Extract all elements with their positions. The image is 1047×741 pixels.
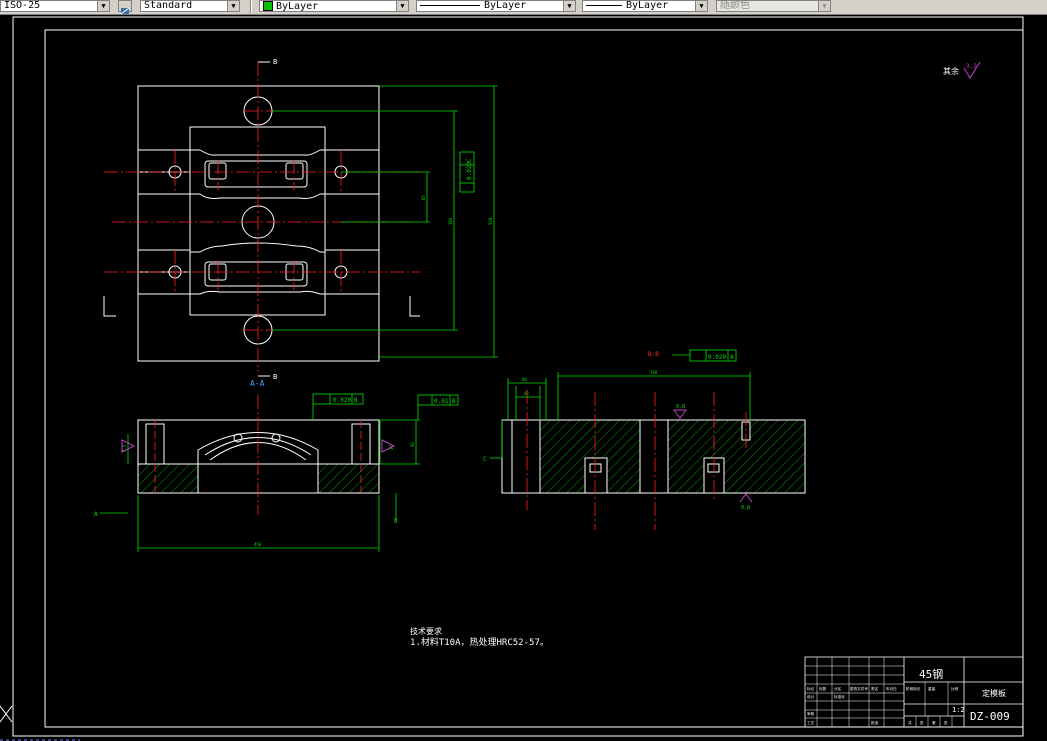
dimstyle-value: ISO-25 <box>4 0 41 11</box>
properties-toolbar: ISO-25 ▼ Standard ▼ ByLayer ▼ ByLayer ▼ … <box>0 0 1047 15</box>
datum-a-bb-frame: A <box>730 354 734 361</box>
tb-material: 45钢 <box>919 668 943 681</box>
roughness-symbol-bb-1 <box>673 409 687 419</box>
tol-perp: 0.01 <box>434 398 449 405</box>
roughness-other-label: 其余 <box>943 66 959 76</box>
chevron-down-icon: ▼ <box>97 1 109 11</box>
tech-req-line1: 1.材料T10A，热处理HRC52-57。 <box>410 636 549 648</box>
tol-bb: 0.020 <box>708 354 726 361</box>
tb-drawing-no: DZ-009 <box>970 710 1010 723</box>
section-top-label: B <box>273 58 277 66</box>
dim-small: 85 <box>421 195 426 200</box>
dim-bb-len: 340 <box>650 370 658 375</box>
tb-stage-mark: 阶段标记 <box>906 686 921 691</box>
datum-a: A <box>94 511 98 518</box>
tb-scale-value: 1:2 <box>952 706 965 714</box>
chevron-down-icon: ▼ <box>227 1 239 11</box>
linetype-dropdown[interactable]: ByLayer ▼ <box>416 0 576 12</box>
tb-sheet-unit2: 张 <box>944 720 948 725</box>
outer-frame <box>12 16 1024 737</box>
inner-frame <box>44 29 1024 728</box>
chevron-down-icon: ▼ <box>695 1 707 11</box>
color-dropdown[interactable]: ByLayer ▼ <box>259 0 409 12</box>
chevron-down-icon: ▼ <box>396 1 408 11</box>
color-value: ByLayer <box>276 1 319 12</box>
dim-height-inner: 380 <box>448 217 453 225</box>
chevron-down-icon: ▼ <box>818 1 830 11</box>
datum-b-frame: B <box>354 397 358 404</box>
datum-c: C <box>466 158 473 162</box>
tb-sign-design: 设计 <box>807 694 815 699</box>
tb-sign-review: 审核 <box>807 711 815 716</box>
view-label-aa: A-A <box>250 379 265 388</box>
tb-label-zone: 分区 <box>834 686 842 691</box>
lineweight-value: ByLayer <box>626 0 669 11</box>
tb-weight: 重量 <box>928 686 936 691</box>
dimstyle-dropdown[interactable]: ISO-25 ▼ <box>0 0 110 12</box>
tb-sheet-total: 共 <box>908 720 912 725</box>
tol-parallel: 0.020 <box>333 397 351 404</box>
tb-sign-approve: 批准 <box>871 720 879 725</box>
ucs-icon <box>0 705 80 741</box>
dim-section-h: 90 <box>410 442 415 447</box>
tb-part-name: 定模板 <box>982 688 1006 698</box>
datum-b: B <box>394 518 398 525</box>
tb-scale-label: 比例 <box>951 686 959 691</box>
lineweight-preview <box>586 4 622 6</box>
tb-label-sign: 签名 <box>871 686 879 691</box>
tol-flatness: 0.020 <box>466 162 473 180</box>
roughness-other-value: 3.2 <box>966 63 977 70</box>
textstyle-icon[interactable] <box>118 0 132 15</box>
plan-view: B B A-A <box>103 58 420 388</box>
linetype-value: ByLayer <box>484 0 527 11</box>
plotstyle-dropdown: 随颜色 ▼ <box>716 0 831 12</box>
roughness-value-2: 0.8 <box>741 505 750 511</box>
dim-height-outer: 508 <box>488 217 493 225</box>
color-swatch <box>263 1 273 11</box>
tb-sheet-unit1: 张 <box>920 720 924 725</box>
dim-bb-b: 42 <box>524 391 529 396</box>
tb-sign-process: 工艺 <box>807 720 815 725</box>
roughness-value-1: 0.8 <box>676 404 685 410</box>
datum-c-bb: C <box>483 456 487 463</box>
toolbar-separator <box>250 0 252 13</box>
tb-label-mark: 标记 <box>807 686 815 691</box>
section-bottom-label: B <box>273 373 277 381</box>
roughness-symbol-bb-2 <box>739 493 753 503</box>
tb-sign-standard: 标准化 <box>834 694 845 699</box>
textstyle-value: Standard <box>144 0 193 11</box>
tech-req-title: 技术要求 <box>410 626 442 636</box>
dim-width: 456 <box>254 542 262 547</box>
drawing-canvas[interactable]: B B A-A 508 380 85 0.020 C 456 90 37 7.5… <box>0 14 1047 741</box>
tb-label-count: 处数 <box>819 686 827 691</box>
section-bb: B-B <box>501 351 806 530</box>
dim-bb-a: 80 <box>522 377 527 382</box>
section-aa <box>137 395 380 515</box>
chevron-down-icon: ▼ <box>563 1 575 11</box>
datum-b-frame2: B <box>452 398 456 405</box>
plotstyle-value: 随颜色 <box>720 0 750 11</box>
tb-label-change-doc: 更改文件号 <box>850 686 868 691</box>
view-label-bb: B-B <box>648 351 659 358</box>
linetype-preview <box>420 4 480 6</box>
lineweight-dropdown[interactable]: ByLayer ▼ <box>582 0 708 12</box>
tb-label-date: 年月日 <box>886 686 897 691</box>
textstyle-dropdown[interactable]: Standard ▼ <box>140 0 240 12</box>
tb-sheet-no: 第 <box>932 720 936 725</box>
